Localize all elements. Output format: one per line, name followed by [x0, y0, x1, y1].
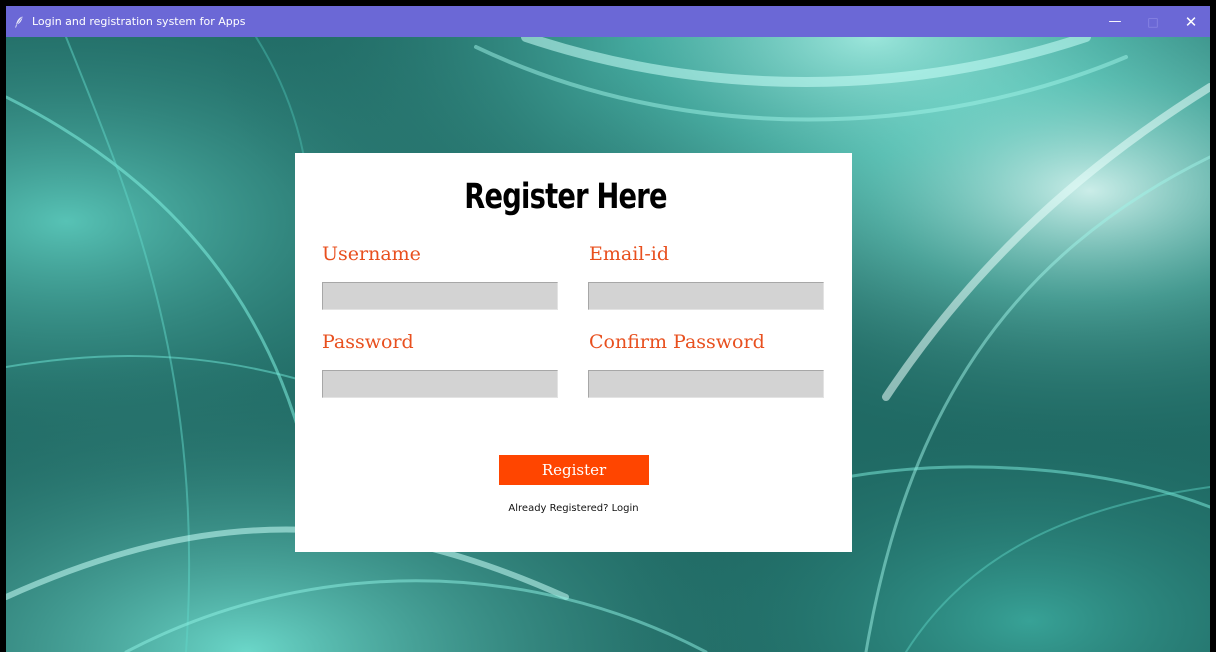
register-button[interactable]: Register [499, 455, 649, 485]
app-window: Login and registration system for Apps —… [6, 6, 1210, 652]
password-input[interactable] [322, 370, 558, 398]
close-button[interactable]: ✕ [1172, 6, 1210, 37]
title-bar[interactable]: Login and registration system for Apps —… [6, 6, 1210, 37]
window-title: Login and registration system for Apps [32, 15, 246, 28]
confirm-password-label: Confirm Password [589, 331, 765, 353]
maximize-button[interactable]: □ [1134, 6, 1172, 37]
register-form-card: Register Here Username Email-id Password… [295, 153, 852, 552]
password-label: Password [322, 331, 414, 353]
username-input[interactable] [322, 282, 558, 310]
form-title: Register Here [464, 177, 667, 217]
minimize-button[interactable]: — [1096, 6, 1134, 37]
feather-icon [8, 6, 30, 37]
confirm-password-input[interactable] [588, 370, 824, 398]
username-label: Username [322, 243, 421, 265]
email-label: Email-id [589, 243, 670, 265]
window-controls: — □ ✕ [1096, 6, 1210, 37]
email-input[interactable] [588, 282, 824, 310]
login-link[interactable]: Already Registered? Login [295, 503, 852, 514]
